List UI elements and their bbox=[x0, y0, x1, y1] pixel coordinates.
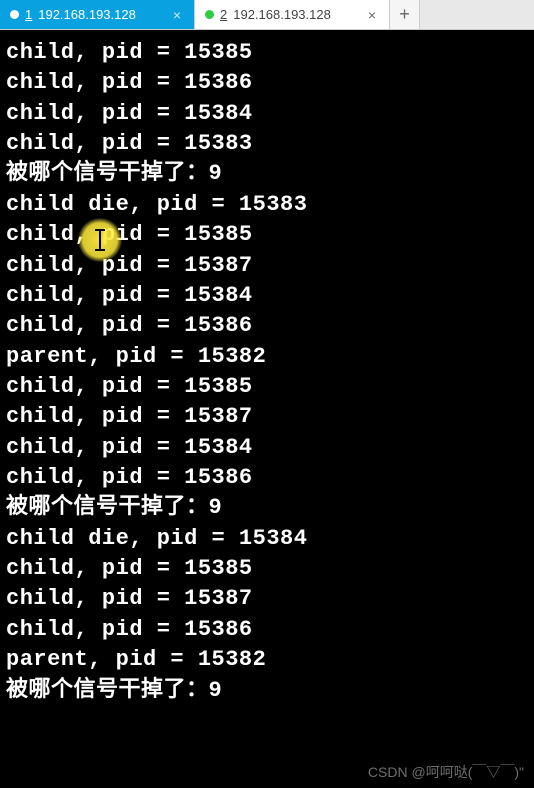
terminal-line: child, pid = 15385 bbox=[6, 38, 528, 68]
tab-number: 2 bbox=[220, 7, 227, 22]
terminal-line: child, pid = 15386 bbox=[6, 68, 528, 98]
terminal-line: child, pid = 15387 bbox=[6, 584, 528, 614]
tab-bar: 1 192.168.193.128 × 2 192.168.193.128 × … bbox=[0, 0, 534, 30]
terminal-line: child, pid = 15385 bbox=[6, 554, 528, 584]
close-icon[interactable]: × bbox=[365, 7, 379, 23]
terminal-line: child, pid = 15384 bbox=[6, 99, 528, 129]
watermark: CSDN @呵呵哒(￣▽￣)" bbox=[368, 763, 524, 782]
plus-icon: + bbox=[399, 4, 410, 25]
tab-label: 192.168.193.128 bbox=[38, 7, 136, 22]
terminal-line: child die, pid = 15384 bbox=[6, 524, 528, 554]
terminal-line: child die, pid = 15383 bbox=[6, 190, 528, 220]
terminal-output[interactable]: child, pid = 15385 child, pid = 15386 ch… bbox=[0, 30, 534, 788]
terminal-line: child, pid = 15386 bbox=[6, 311, 528, 341]
tab-1[interactable]: 1 192.168.193.128 × bbox=[0, 0, 195, 29]
terminal-line: child, pid = 15386 bbox=[6, 463, 528, 493]
close-icon[interactable]: × bbox=[170, 7, 184, 23]
terminal-line: child, pid = 15386 bbox=[6, 615, 528, 645]
terminal-line: child, pid = 15384 bbox=[6, 281, 528, 311]
terminal-line: child, pid = 15385 bbox=[6, 372, 528, 402]
terminal-line: 被哪个信号干掉了：9 bbox=[6, 676, 528, 706]
terminal-line: parent, pid = 15382 bbox=[6, 342, 528, 372]
status-dot-icon bbox=[10, 10, 19, 19]
terminal-line: child, pid = 15387 bbox=[6, 402, 528, 432]
terminal-line: child, pid = 15384 bbox=[6, 433, 528, 463]
tab-label: 192.168.193.128 bbox=[233, 7, 331, 22]
terminal-line: 被哪个信号干掉了：9 bbox=[6, 493, 528, 523]
add-tab-button[interactable]: + bbox=[390, 0, 420, 29]
tab-2[interactable]: 2 192.168.193.128 × bbox=[195, 0, 390, 29]
terminal-line: child, pid = 15385 bbox=[6, 220, 528, 250]
terminal-line: parent, pid = 15382 bbox=[6, 645, 528, 675]
terminal-line: 被哪个信号干掉了：9 bbox=[6, 159, 528, 189]
status-dot-icon bbox=[205, 10, 214, 19]
tab-number: 1 bbox=[25, 7, 32, 22]
terminal-line: child, pid = 15383 bbox=[6, 129, 528, 159]
terminal-line: child, pid = 15387 bbox=[6, 251, 528, 281]
